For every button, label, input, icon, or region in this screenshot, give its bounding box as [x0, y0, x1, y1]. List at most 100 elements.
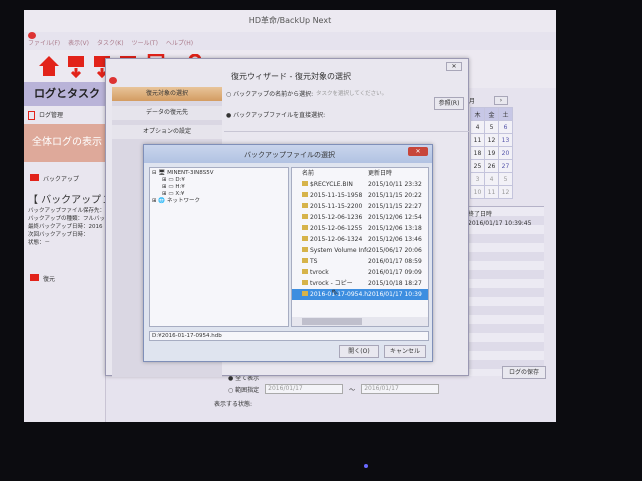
file-date: 2015/11/15 20:22 — [368, 192, 422, 199]
file-rows: $RECYCLE.BIN 2015/10/11 23:32 2015-11-15-1… — [292, 179, 428, 300]
col-date[interactable]: 更新日時 — [368, 168, 392, 179]
backup-file-icon — [302, 291, 308, 296]
cal-day[interactable]: 25 — [470, 159, 485, 173]
folder-tree: ⊟ 🖥 MINENT-3IN8S5V ⊞ ▭ D:¥ ⊞ ▭ H:¥ ⊞ ▭ X… — [149, 167, 289, 327]
file-row[interactable]: System Volume Informati..2015/06/17 20:0… — [292, 245, 428, 256]
tree-drive-h[interactable]: ⊞ ▭ H:¥ — [152, 184, 286, 191]
home-icon[interactable] — [38, 54, 59, 78]
folder-icon — [302, 225, 308, 230]
log-list: 終了日時 2016/01/17 10:39:45 — [464, 206, 544, 376]
sidebar-item-log-management[interactable]: ログ管理 — [28, 109, 106, 122]
calendar-next-button[interactable]: › — [494, 96, 508, 105]
cal-day[interactable]: 12 — [498, 185, 513, 199]
sidebar-item-all-logs[interactable]: 全体ログの表示 — [24, 124, 106, 162]
file-name-text: 2015-11-15-1958 — [310, 192, 363, 199]
cal-day[interactable]: 5 — [484, 120, 499, 134]
file-name-text: 2015-12-06-1236 — [310, 214, 363, 221]
menu-task[interactable]: タスク(K) — [97, 40, 124, 47]
menu-view[interactable]: 表示(V) — [68, 40, 89, 47]
states-label: 表示する状態: — [214, 401, 253, 408]
file-row[interactable]: $RECYCLE.BIN 2015/10/11 23:32 — [292, 179, 428, 190]
cal-header: 金 — [484, 107, 499, 121]
col-name[interactable]: 名前 — [292, 168, 368, 179]
file-date: 2015/12/06 13:18 — [368, 225, 422, 232]
date-from-field[interactable]: 2016/01/17 — [265, 384, 344, 394]
radio-direct[interactable]: ● バックアップファイルを直接選択: — [226, 110, 325, 119]
cal-day[interactable]: 11 — [470, 133, 485, 147]
cal-day[interactable]: 27 — [498, 159, 513, 173]
file-date: 2015/06/17 20:06 — [368, 247, 422, 254]
close-icon[interactable]: ✕ — [408, 147, 428, 156]
file-name: TS — [292, 256, 368, 267]
folder-icon — [302, 269, 308, 274]
browse-button[interactable]: 参照(R) — [434, 97, 464, 110]
cancel-button[interactable]: キャンセル — [384, 345, 426, 358]
radio-by-name[interactable]: ○ バックアップの名前から選択: — [226, 89, 313, 98]
menu-file[interactable]: ファイル(F) — [28, 40, 60, 47]
scrollbar-thumb[interactable] — [302, 318, 362, 325]
tree-network[interactable]: ⊞ 🌐 ネットワーク — [152, 198, 286, 205]
radio-range-label: 範囲指定 — [235, 386, 260, 394]
date-to-field[interactable]: 2016/01/17 — [361, 384, 440, 394]
cal-day[interactable]: 5 — [498, 172, 513, 186]
horizontal-scrollbar[interactable] — [292, 317, 428, 326]
tree-network-label: ネットワーク — [166, 198, 200, 204]
file-row[interactable]: tvrock - コピー 2015/10/18 18:27 — [292, 278, 428, 289]
detail-line: バックアップの種類：フルバック — [28, 216, 106, 222]
restore-section[interactable]: 復元 — [30, 274, 55, 283]
log-icon — [28, 111, 35, 120]
menu-tools[interactable]: ツール(T) — [132, 40, 158, 47]
cal-day[interactable]: 19 — [484, 146, 499, 160]
cal-day[interactable]: 10 — [470, 185, 485, 199]
file-list: 名前 更新日時 $RECYCLE.BIN 2015/10/11 23:32 2015-… — [291, 167, 429, 327]
backup-icon[interactable] — [66, 54, 86, 79]
open-button[interactable]: 開く(O) — [339, 345, 379, 358]
folder-icon — [302, 192, 308, 197]
path-field[interactable]: D:¥2016-01-17-0954.hdb — [149, 331, 429, 341]
backup-section-label: バックアップ — [30, 174, 79, 183]
save-log-button[interactable]: ログの保存 — [502, 366, 546, 379]
task-select[interactable]: タスクを選択してください。 — [316, 89, 387, 97]
cal-day[interactable]: 12 — [484, 133, 499, 147]
step-select-target: 復元対象の選択 — [112, 87, 222, 101]
file-name: $RECYCLE.BIN — [292, 179, 368, 190]
file-name: 2015-12-06-1255 — [292, 223, 368, 234]
tree-drive-label: X:¥ — [175, 191, 185, 197]
menu-help[interactable]: ヘルプ(H) — [166, 40, 193, 47]
cal-day[interactable]: 18 — [470, 146, 485, 160]
cal-day[interactable]: 26 — [484, 159, 499, 173]
file-date: 2016/01/17 10:39 — [368, 291, 422, 298]
file-name-text: $RECYCLE.BIN — [310, 181, 353, 188]
cal-day[interactable]: 3 — [470, 172, 485, 186]
tree-drive-d[interactable]: ⊞ ▭ D:¥ — [152, 177, 286, 184]
tree-drive-x[interactable]: ⊞ ▭ X:¥ — [152, 191, 286, 198]
cal-day[interactable]: 20 — [498, 146, 513, 160]
cal-day[interactable]: 13 — [498, 133, 513, 147]
cal-day[interactable]: 4 — [470, 120, 485, 134]
file-date: 2016/01/17 09:09 — [368, 269, 422, 276]
file-row[interactable]: 2015-12-06-1324 2015/12/06 13:46 — [292, 234, 428, 245]
cal-day[interactable]: 6 — [498, 120, 513, 134]
cal-day[interactable]: 4 — [484, 172, 499, 186]
file-name: tvrock — [292, 267, 368, 278]
cal-day[interactable]: 11 — [484, 185, 499, 199]
file-row[interactable]: tvrock 2016/01/17 09:09 — [292, 267, 428, 278]
file-row[interactable]: 2015-12-06-1236 2015/12/06 12:54 — [292, 212, 428, 223]
file-row[interactable]: 2016-01-17-0954.hdb2016/01/17 10:39 — [292, 289, 428, 300]
power-led — [364, 464, 368, 468]
file-row[interactable]: TS 2016/01/17 08:59 — [292, 256, 428, 267]
file-row[interactable]: 2015-11-15-2200 2015/11/15 22:27 — [292, 201, 428, 212]
file-row[interactable]: 2015-11-15-1958 2015/11/15 20:22 — [292, 190, 428, 201]
backup-label: バックアップ — [43, 176, 80, 183]
sidebar-item-label: ログ管理 — [39, 112, 64, 119]
radio-by-name-label: バックアップの名前から選択: — [233, 91, 314, 98]
file-name-text: 2015-11-15-2200 — [310, 203, 363, 210]
tree-root[interactable]: ⊟ 🖥 MINENT-3IN8S5V — [152, 170, 286, 177]
file-name: 2015-12-06-1236 — [292, 212, 368, 223]
menu-bar: ファイル(F) 表示(V) タスク(K) ツール(T) ヘルプ(H) — [28, 38, 201, 48]
file-row[interactable]: 2015-12-06-1255 2015/12/06 13:18 — [292, 223, 428, 234]
close-icon[interactable]: ✕ — [446, 62, 462, 71]
radio-range[interactable]: ○ 範囲指定 — [228, 385, 259, 394]
file-name-text: 2016-01-17-0954.hdb — [310, 291, 368, 298]
file-name: 2015-12-06-1324 — [292, 234, 368, 245]
